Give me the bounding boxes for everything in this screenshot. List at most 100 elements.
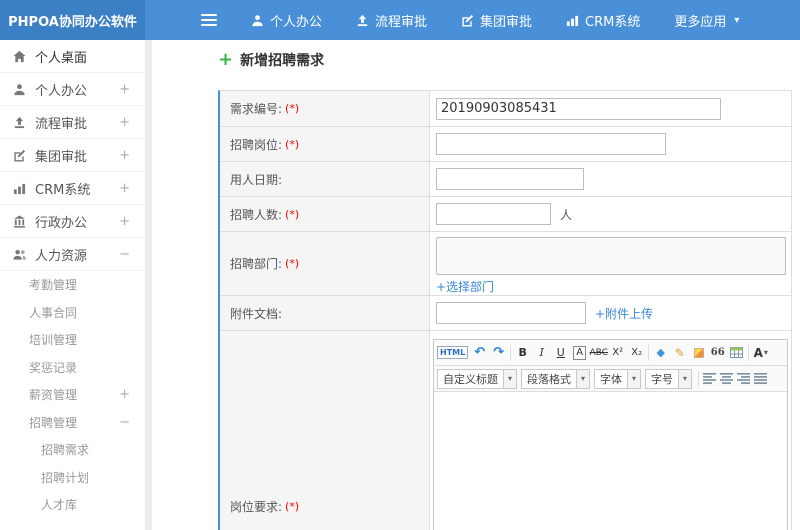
sidebar-item-label: 流程审批: [35, 116, 88, 132]
font-color-button[interactable]: A ▾: [751, 343, 770, 363]
select-department-link[interactable]: +选择部门: [436, 278, 494, 295]
required-marker: (*): [285, 102, 300, 115]
field-label: 岗位要求: (*): [220, 331, 430, 530]
align-right-icon[interactable]: [737, 373, 750, 384]
required-marker: (*): [285, 499, 300, 513]
sidebar: 个人桌面 个人办公 + 流程审批 + 集团审批 + CRM系统 + 行政办公 +: [0, 40, 145, 530]
align-justify-icon[interactable]: [754, 373, 767, 384]
sidebar-item-crm[interactable]: CRM系统 +: [0, 172, 145, 205]
form-row-demand-no: 需求编号: (*): [220, 91, 791, 127]
caret-down-icon: ▾: [678, 369, 691, 388]
align-center-icon[interactable]: [720, 373, 733, 384]
format-brush-icon[interactable]: ✎: [670, 343, 689, 363]
hire-date-input[interactable]: [436, 168, 584, 190]
sidebar-item-group-approval[interactable]: 集团审批 +: [0, 139, 145, 172]
underline-button[interactable]: U: [551, 343, 570, 363]
expand-toggle[interactable]: +: [119, 148, 130, 163]
caret-down-icon: ▾: [576, 369, 589, 388]
department-textarea[interactable]: [436, 236, 786, 275]
nav-group-approval[interactable]: 集团审批: [461, 11, 532, 30]
attachment-input[interactable]: [436, 302, 586, 324]
highlight-color-icon[interactable]: [689, 343, 708, 363]
home-icon: [13, 50, 26, 63]
sidebar-item-label: 招聘管理: [29, 415, 78, 430]
label-text: 招聘人数:: [230, 207, 283, 222]
edit-square-icon: [13, 149, 26, 162]
sidebar-item-label: 奖惩记录: [29, 360, 78, 375]
toolbar-separator: [510, 344, 512, 361]
sidebar-item-recruit-mgmt[interactable]: 招聘管理 −: [0, 409, 145, 437]
sidebar-item-attendance[interactable]: 考勤管理: [0, 271, 145, 299]
field-label: 需求编号: (*): [220, 91, 430, 126]
paragraph-format-dropdown[interactable]: 段落格式 ▾: [521, 368, 590, 389]
menu-toggle-icon[interactable]: [201, 14, 217, 26]
expand-toggle[interactable]: +: [119, 115, 130, 130]
redo-icon[interactable]: ↷: [489, 343, 508, 363]
sidebar-item-hr[interactable]: 人力资源 −: [0, 238, 145, 271]
sidebar-item-recruit-plan[interactable]: 招聘计划: [0, 464, 145, 492]
nav-personal-office[interactable]: 个人办公: [251, 11, 322, 30]
strikethrough-button[interactable]: ABC: [589, 343, 608, 363]
sidebar-item-label: 薪资管理: [29, 388, 78, 403]
expand-toggle[interactable]: +: [119, 214, 130, 229]
edit-square-icon: [461, 14, 474, 27]
sidebar-item-label: 人才库: [41, 498, 78, 513]
caret-down-icon: ▾: [763, 348, 768, 357]
form-row-hire-date: 用人日期:: [220, 162, 791, 197]
label-text: 附件文档:: [230, 306, 283, 321]
field-label: 用人日期:: [220, 162, 430, 196]
workflow-icon: [356, 14, 369, 27]
font-size-dropdown[interactable]: 字号 ▾: [645, 368, 692, 389]
bar-chart-icon: [13, 182, 26, 195]
html-source-button[interactable]: HTML: [437, 346, 469, 359]
required-marker: (*): [285, 257, 300, 270]
insert-table-icon[interactable]: [727, 343, 746, 363]
nav-crm[interactable]: CRM系统: [566, 11, 640, 30]
sidebar-item-label: 招聘计划: [41, 470, 90, 485]
sidebar-item-hr-contract[interactable]: 人事合同: [0, 299, 145, 327]
attachment-upload-link[interactable]: +附件上传: [595, 305, 653, 322]
sidebar-item-label: 行政办公: [35, 215, 88, 231]
blockquote-button[interactable]: 66: [708, 343, 727, 363]
undo-icon[interactable]: ↶: [470, 343, 489, 363]
field-label: 附件文档:: [220, 296, 430, 330]
sidebar-item-label: CRM系统: [35, 182, 91, 198]
sidebar-item-admin-office[interactable]: 行政办公 +: [0, 205, 145, 238]
sidebar-item-personal-desktop[interactable]: 个人桌面: [0, 40, 145, 73]
headcount-input[interactable]: [436, 203, 551, 225]
superscript-button[interactable]: X²: [608, 343, 627, 363]
demand-no-input[interactable]: [436, 97, 721, 120]
requirements-editor-area[interactable]: [434, 392, 787, 530]
sidebar-item-salary[interactable]: 薪资管理 +: [0, 381, 145, 409]
nav-workflow-approval[interactable]: 流程审批: [356, 11, 427, 30]
subscript-button[interactable]: X₂: [627, 343, 646, 363]
sidebar-item-personal-office[interactable]: 个人办公 +: [0, 73, 145, 106]
font-background-button[interactable]: A: [570, 343, 589, 363]
form-row-position: 招聘岗位: (*): [220, 127, 791, 162]
editor-toolbar-row1: HTML ↶ ↷ B I U A ABC X² X₂ ◆ ✎ 66 A ▾: [434, 340, 787, 366]
sidebar-item-recruit-demand[interactable]: 招聘需求: [0, 436, 145, 464]
sidebar-divider: [145, 40, 152, 530]
person-icon: [251, 14, 264, 27]
bold-button[interactable]: B: [513, 343, 532, 363]
position-input[interactable]: [436, 133, 666, 155]
sidebar-item-talent-pool[interactable]: 人才库: [0, 491, 145, 519]
nav-label: 集团审批: [480, 14, 533, 30]
add-icon: +: [218, 49, 234, 70]
sidebar-item-rewards[interactable]: 奖惩记录: [0, 354, 145, 382]
sidebar-item-training[interactable]: 培训管理: [0, 326, 145, 354]
custom-title-dropdown[interactable]: 自定义标题 ▾: [437, 368, 517, 389]
collapse-toggle[interactable]: −: [119, 247, 130, 262]
expand-toggle[interactable]: +: [119, 387, 130, 402]
font-family-dropdown[interactable]: 字体 ▾: [594, 368, 641, 389]
expand-toggle[interactable]: +: [119, 181, 130, 196]
eraser-icon[interactable]: ◆: [651, 343, 670, 363]
field-label: 招聘岗位: (*): [220, 127, 430, 161]
collapse-toggle[interactable]: −: [119, 415, 130, 430]
nav-more-apps[interactable]: 更多应用 ▾: [674, 11, 739, 30]
italic-button[interactable]: I: [532, 343, 551, 363]
sidebar-item-workflow-approval[interactable]: 流程审批 +: [0, 106, 145, 139]
expand-toggle[interactable]: +: [119, 82, 130, 97]
align-left-icon[interactable]: [703, 373, 716, 384]
caret-down-icon: ▾: [734, 14, 740, 26]
